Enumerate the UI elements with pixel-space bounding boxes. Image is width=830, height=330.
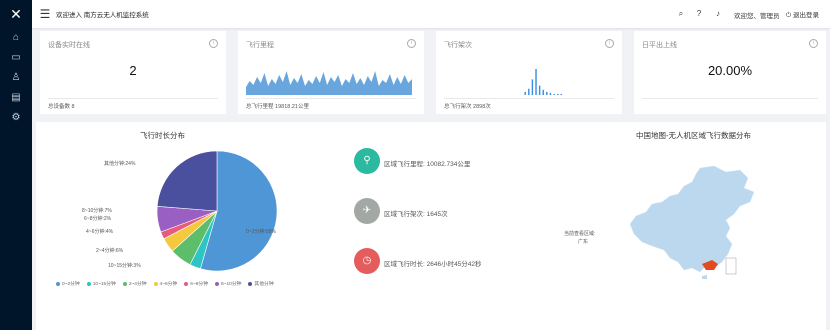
legend-dot	[215, 281, 220, 286]
welcome-text: 欢迎进入 南方云无人机监控系统	[56, 12, 149, 19]
info-icon[interactable]: i	[605, 39, 614, 48]
flight-bar	[553, 93, 555, 95]
legend-dot	[248, 281, 253, 286]
legend-label: 2~4分钟	[128, 282, 147, 287]
pie-chart	[156, 150, 278, 272]
info-icon[interactable]: i	[809, 39, 818, 48]
help-icon[interactable]: ?	[694, 9, 704, 19]
flight-bar	[524, 91, 526, 95]
legend-dot	[86, 281, 91, 286]
logout-button[interactable]: ⏻ 退出登录	[786, 9, 819, 20]
stat-text: 区域飞行里程: 10082.734公里	[384, 161, 471, 168]
pie-legend: 0~2分钟 10~15分钟 2~4分钟 4~6分钟 6~8分钟 8~10分钟 其他分钟	[56, 280, 274, 287]
card-title: 设备实时在线	[48, 42, 90, 49]
pie-label-other: 其他分钟:24%	[104, 161, 136, 167]
legend-label: 6~8分钟	[190, 282, 209, 287]
flights-bar-sparkline	[524, 69, 562, 95]
legend-label: 10~15分钟	[92, 282, 116, 287]
main-panel: 飞行时长分布 其他分钟:24% 8~10分钟:7% 6~8分钟:2% 4~6分钟…	[36, 122, 826, 330]
card-online-devices: 设备实时在线 i 2 总设备数 8	[40, 31, 226, 114]
location-icon: ⚲	[354, 148, 380, 174]
user-greeting[interactable]: 欢迎您、管理员	[734, 10, 780, 20]
search-icon[interactable]: ⌕	[676, 9, 686, 19]
flight-bar	[556, 93, 559, 95]
china-map-shape[interactable]	[629, 165, 755, 273]
map-label-line1: 当前查看区域:	[564, 231, 596, 237]
flight-bar	[549, 92, 552, 95]
legend-label: 其他分钟	[254, 282, 274, 287]
card-footer: 总飞行里程 19818.21公里	[246, 104, 309, 110]
pie-label-6-8: 6~8分钟:2%	[84, 216, 112, 222]
card-value: 20.00%	[707, 63, 753, 78]
pie-label-4-6: 4~6分钟:4%	[86, 229, 114, 235]
flight-bar	[542, 89, 544, 95]
user-icon[interactable]: ♙	[8, 71, 24, 85]
sidebar: ✕ ⌂ ▭ ♙ ▤ ⚙	[0, 0, 32, 330]
map-label-line2: 广东	[578, 239, 589, 245]
airplane-icon: ✈	[354, 198, 380, 224]
mileage-area	[246, 71, 412, 95]
divider	[246, 98, 416, 99]
legend-item[interactable]: 其他分钟	[248, 280, 274, 287]
south-china-sea-inset	[725, 257, 737, 275]
home-icon[interactable]: ⌂	[8, 31, 24, 45]
card-flight-count: 飞行架次 i 总飞行架次 2898次	[436, 31, 622, 114]
device-icon[interactable]: ▭	[8, 51, 24, 65]
card-footer: 总设备数 8	[48, 104, 75, 110]
legend-item[interactable]: 2~4分钟	[122, 280, 147, 287]
map-region-label: 当前查看区域: 广东	[564, 230, 595, 246]
info-icon[interactable]: i	[407, 39, 416, 48]
card-value: 2	[129, 63, 137, 78]
info-icon[interactable]: i	[209, 39, 218, 48]
flight-bar	[546, 91, 548, 95]
flight-bar	[560, 93, 562, 95]
pie-label-2-4: 2~4分钟:6%	[96, 248, 124, 254]
pie-label-8-10: 8~10分钟:7%	[82, 208, 112, 214]
pie-slice[interactable]	[156, 150, 218, 212]
flight-bar	[538, 85, 541, 95]
card-title: 日平出上线	[642, 42, 677, 49]
bell-icon[interactable]: ♪	[713, 9, 723, 19]
document-icon[interactable]: ▤	[8, 91, 24, 105]
menu-toggle-icon[interactable]: ☰	[38, 7, 52, 21]
flight-bar	[528, 88, 530, 95]
legend-label: 8~10分钟	[221, 282, 242, 287]
china-map[interactable]	[622, 162, 772, 292]
mileage-sparkline	[246, 71, 412, 95]
legend-item[interactable]: 6~8分钟	[184, 280, 208, 287]
pie-label-10-15: 10~15分钟:3%	[108, 263, 141, 269]
legend-dot	[153, 281, 158, 286]
legend-item[interactable]: 8~10分钟	[215, 280, 241, 287]
flight-bar	[531, 79, 534, 95]
legend-dot	[122, 281, 127, 286]
card-title: 飞行里程	[246, 42, 274, 49]
legend-dot	[56, 281, 60, 286]
card-title: 飞行架次	[444, 42, 472, 49]
legend-item[interactable]: 0~2分钟	[56, 280, 80, 287]
card-flight-mileage: 飞行里程 i 总飞行里程 19818.21公里	[238, 31, 424, 114]
settings-icon[interactable]: ⚙	[8, 111, 24, 125]
card-daily-online-rate: 日平出上线 i 20.00%	[634, 31, 826, 114]
divider	[48, 98, 218, 99]
clock-icon: ◷	[354, 248, 380, 274]
divider	[444, 98, 614, 99]
pie-label-0-2: 0~2分钟:55%	[246, 229, 276, 235]
legend-item[interactable]: 4~6分钟	[153, 280, 178, 287]
legend-label: 4~6分钟	[159, 282, 178, 287]
legend-dot	[184, 281, 189, 286]
stat-text: 区域飞行时长: 2646小时45分42秒	[384, 261, 482, 268]
card-footer: 总飞行架次 2898次	[444, 104, 491, 110]
top-header: ☰ 欢迎进入 南方云无人机监控系统 ⌕ ? ♪ 欢迎您、管理员 ⏻ 退出登录	[32, 0, 830, 28]
legend-item[interactable]: 10~15分钟	[86, 280, 116, 287]
legend-label: 0~2分钟	[62, 282, 80, 287]
flight-bar	[535, 69, 537, 95]
logout-label: 退出登录	[792, 12, 819, 19]
logo-icon: ✕	[10, 6, 22, 22]
divider	[642, 98, 818, 99]
hainan-island	[702, 275, 707, 279]
map-title: 中国地图-无人机区域飞行数据分布	[636, 131, 751, 140]
stat-text: 区域飞行架次: 1645次	[384, 211, 448, 218]
